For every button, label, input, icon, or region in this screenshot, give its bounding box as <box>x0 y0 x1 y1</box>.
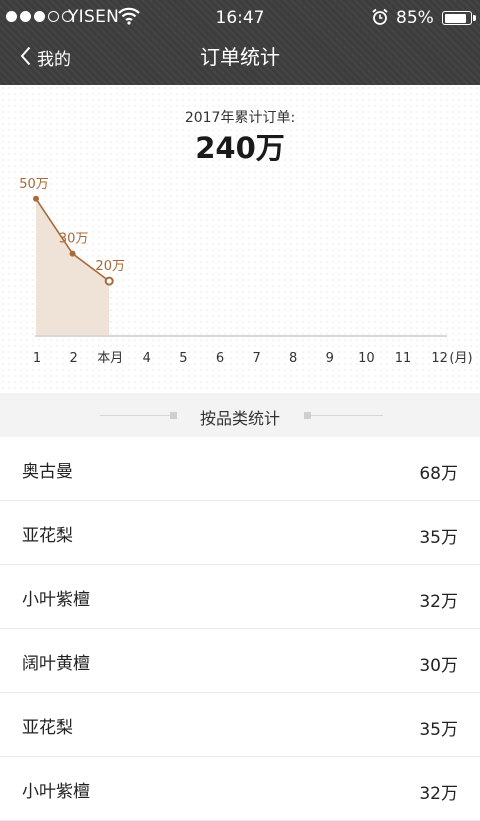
alarm-clock-icon <box>372 8 388 31</box>
category-name: 阔叶黄檀 <box>22 654 90 674</box>
category-order-count: 32万 <box>419 784 458 804</box>
chart-x-tick-label: 12 <box>431 351 448 366</box>
chart-x-tick-label: 8 <box>289 351 297 366</box>
back-button[interactable]: 我的 <box>20 36 71 79</box>
chart-x-tick-label: 7 <box>252 351 260 366</box>
category-order-count: 35万 <box>419 720 458 740</box>
category-name: 奥古曼 <box>22 462 73 482</box>
header: YISEN 16:47 85% 订单统计 我的 <box>0 0 480 85</box>
divider-right-square <box>304 412 311 419</box>
chart-data-label: 20万 <box>95 259 125 274</box>
order-summary: 2017年累计订单: 240万 50万 30万 20万 1 2 本月 4 5 6 7 8 9 10 11 1… <box>0 85 480 393</box>
navigation-bar: 订单统计 我的 <box>0 36 480 85</box>
chart-data-label: 50万 <box>19 177 49 192</box>
chart-point <box>33 195 39 202</box>
category-list: 奥古曼 68万 亚花梨 35万 小叶紫檀 32万 阔叶黄檀 30万 亚花梨 35万 小叶紫檀 32万 <box>0 437 480 821</box>
chart-point <box>69 250 76 257</box>
category-name: 小叶紫檀 <box>22 782 90 802</box>
chart-x-tick-label: 5 <box>179 351 187 366</box>
category-section-header: 按品类统计 <box>0 393 480 437</box>
category-section-title: 按品类统计 <box>199 409 280 428</box>
category-row[interactable]: 亚花梨 35万 <box>0 693 480 757</box>
category-row[interactable]: 奥古曼 68万 <box>0 437 480 501</box>
page-title: 订单统计 <box>200 45 280 69</box>
chart-x-unit-label: (月) <box>449 351 472 366</box>
category-row[interactable]: 阔叶黄檀 30万 <box>0 629 480 693</box>
chart-data-label: 30万 <box>59 232 89 247</box>
chevron-left-icon <box>20 46 31 70</box>
chart-x-tick-label: 1 <box>33 351 41 366</box>
category-row[interactable]: 亚花梨 35万 <box>0 501 480 565</box>
chart-x-tick-label: 6 <box>216 351 224 366</box>
category-name: 小叶紫檀 <box>22 590 90 610</box>
chart-x-tick-label: 10 <box>358 351 375 366</box>
category-name: 亚花梨 <box>22 526 73 546</box>
battery-percentage: 85% <box>396 8 434 28</box>
category-order-count: 68万 <box>419 464 458 484</box>
category-row[interactable]: 小叶紫檀 32万 <box>0 565 480 629</box>
chart-point-current <box>104 276 114 286</box>
chart-x-tick-label: 4 <box>143 351 151 366</box>
chart-x-tick-label: 本月 <box>97 351 123 366</box>
category-row[interactable]: 小叶紫檀 32万 <box>0 757 480 821</box>
category-order-count: 35万 <box>419 528 458 548</box>
status-bar: YISEN 16:47 85% <box>0 0 480 36</box>
divider-right <box>311 415 383 416</box>
chart-x-tick-label: 2 <box>69 351 77 366</box>
category-name: 亚花梨 <box>22 718 73 738</box>
battery-icon <box>442 11 476 25</box>
monthly-orders-chart: 50万30万20万1 2 本月 4 5 6 7 8 9 10 11 12 (月) <box>19 177 472 366</box>
category-order-count: 32万 <box>419 592 458 612</box>
chart-x-tick-label: 11 <box>395 351 412 366</box>
back-label: 我的 <box>37 50 71 70</box>
category-order-count: 30万 <box>419 656 458 676</box>
chart-x-tick-label: 9 <box>326 351 334 366</box>
